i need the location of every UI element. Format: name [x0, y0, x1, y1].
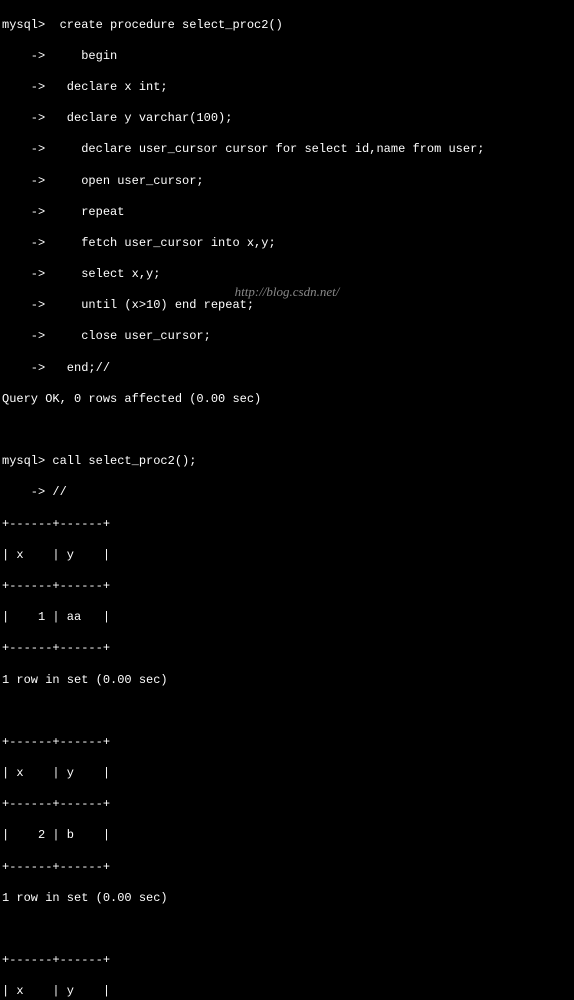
- table-row: | 2 | b |: [2, 828, 110, 842]
- table-header: | x | y |: [2, 548, 110, 562]
- code-line: -> declare y varchar(100);: [2, 111, 232, 125]
- mysql-prompt-line: mysql> call select_proc2();: [2, 454, 196, 468]
- result-footer: 1 row in set (0.00 sec): [2, 891, 168, 905]
- terminal-output[interactable]: mysql> create procedure select_proc2() -…: [0, 0, 574, 1000]
- table-row: | 1 | aa |: [2, 610, 110, 624]
- table-border: +------+------+: [2, 797, 110, 811]
- code-line: -> begin: [2, 49, 117, 63]
- table-border: +------+------+: [2, 579, 110, 593]
- table-border: +------+------+: [2, 641, 110, 655]
- code-line: -> open user_cursor;: [2, 174, 204, 188]
- code-line: -> declare user_cursor cursor for select…: [2, 142, 484, 156]
- table-header: | x | y |: [2, 984, 110, 998]
- table-header: | x | y |: [2, 766, 110, 780]
- code-line: -> until (x>10) end repeat;: [2, 298, 254, 312]
- table-border: +------+------+: [2, 953, 110, 967]
- table-border: +------+------+: [2, 735, 110, 749]
- code-line: -> select x,y;: [2, 267, 160, 281]
- result-footer: 1 row in set (0.00 sec): [2, 673, 168, 687]
- table-border: +------+------+: [2, 860, 110, 874]
- code-line: -> close user_cursor;: [2, 329, 211, 343]
- mysql-prompt-line: mysql> create procedure select_proc2(): [2, 18, 283, 32]
- code-line: -> fetch user_cursor into x,y;: [2, 236, 276, 250]
- continuation-line: -> //: [2, 485, 67, 499]
- query-result: Query OK, 0 rows affected (0.00 sec): [2, 392, 261, 406]
- code-line: -> end;//: [2, 361, 110, 375]
- table-border: +------+------+: [2, 517, 110, 531]
- code-line: -> declare x int;: [2, 80, 168, 94]
- code-line: -> repeat: [2, 205, 124, 219]
